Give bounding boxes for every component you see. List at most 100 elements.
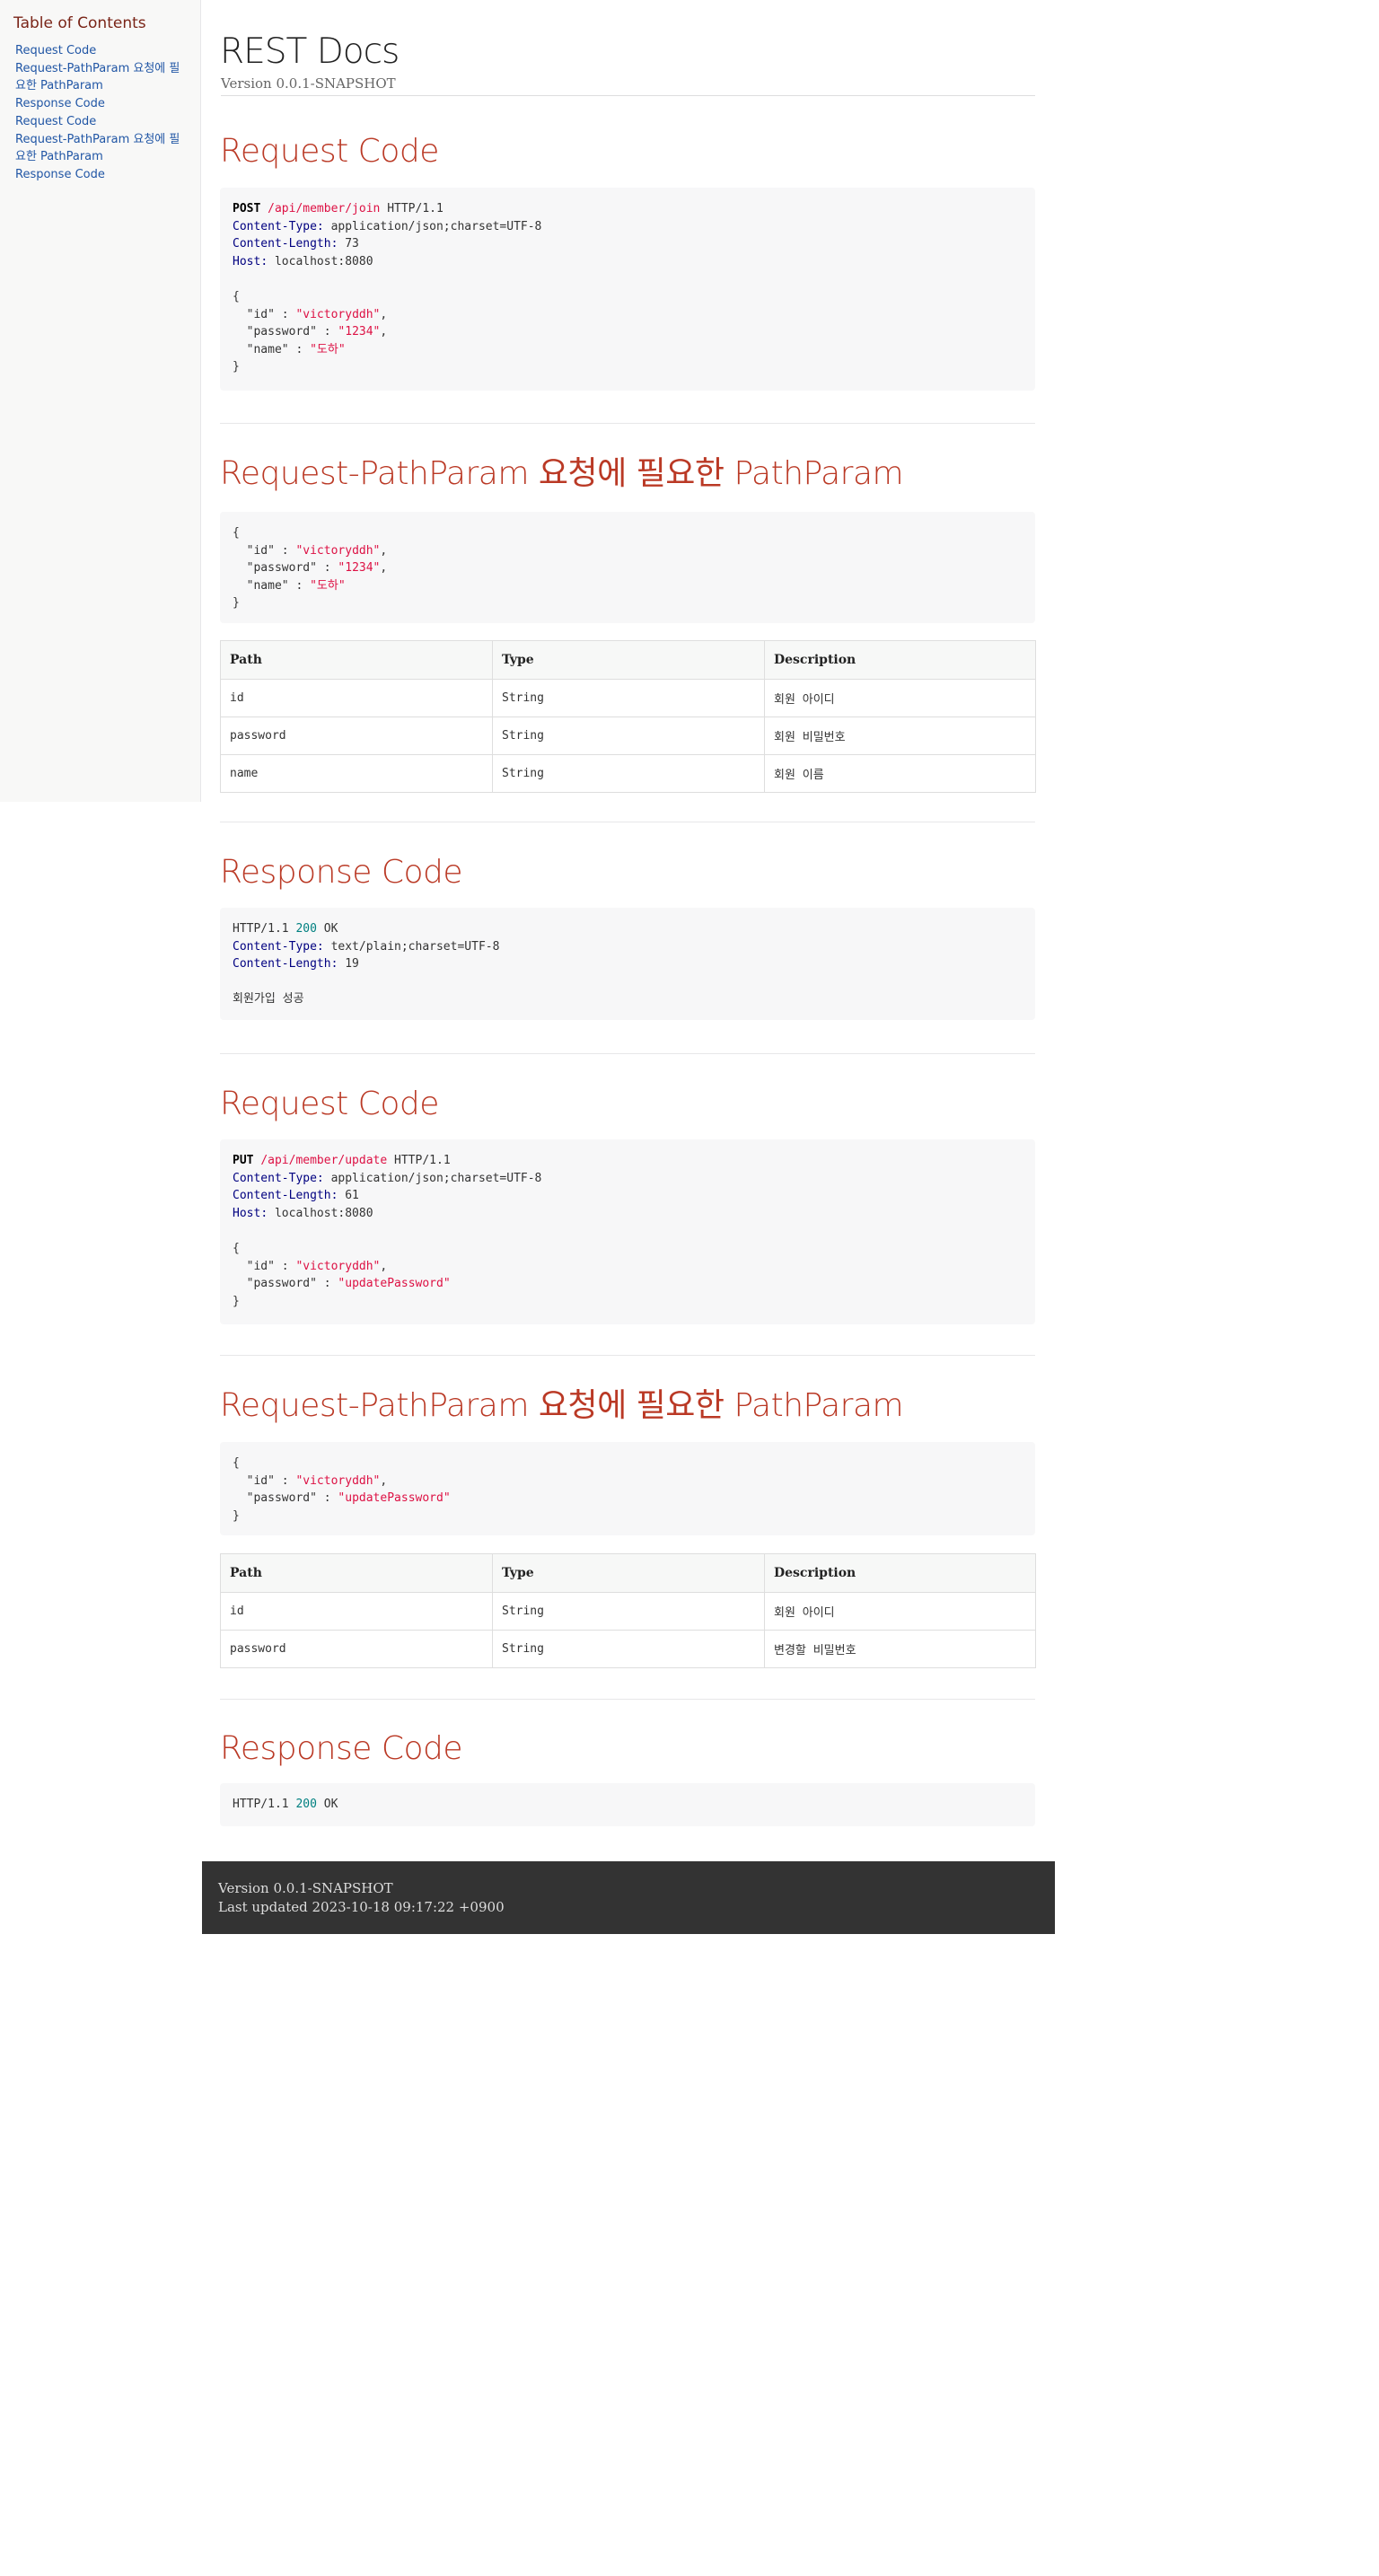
header-key: Content-Length (233, 1189, 331, 1203)
http-request-code-block: POST /api/member/join HTTP/1.1 Content-T… (220, 188, 1035, 391)
header-key: Content-Length (233, 237, 331, 251)
json-value: "victoryddh" (295, 1259, 381, 1273)
column-header-description: Description (764, 1553, 1036, 1593)
params-table: Path Type Description id String 회원 아이디 p… (220, 1553, 1036, 1668)
section-response-code-1: Response Code HTTP/1.1 200 OK Content-Ty… (220, 853, 1035, 1020)
json-value: "updatePassword" (338, 1491, 451, 1506)
toc-link-response-code-2[interactable]: Response Code (15, 168, 105, 181)
header-key: Content-Type (233, 939, 317, 954)
cell-type: String (492, 1592, 765, 1631)
toc-item: Request Code (15, 41, 189, 58)
header-key: Content-Type (233, 1171, 317, 1185)
header-key: Content-Type (233, 219, 317, 233)
http-protocol: HTTP/1.1 (233, 922, 289, 936)
cell-description: 변경할 비밀번호 (764, 1630, 1036, 1668)
section-divider (220, 423, 1035, 424)
table-row: name String 회원 이름 (220, 754, 1036, 793)
status-code: 200 (295, 1798, 317, 1811)
table-of-contents: Table of Contents Request Code Request-P… (0, 0, 201, 802)
header-value: text/plain;charset=UTF-8 (330, 939, 500, 954)
section-pathparam-1: Request-PathParam 요청에 필요한 PathParam { "i… (220, 454, 1036, 793)
cell-path: password (220, 1630, 493, 1668)
toc-item: Request Code (15, 112, 189, 129)
toc-link-pathparam-1[interactable]: Request-PathParam 요청에 필요한 PathParam (15, 62, 180, 92)
cell-type: String (492, 679, 765, 717)
header-key: Host (233, 1206, 261, 1220)
cell-type: String (492, 754, 765, 793)
table-row: id String 회원 아이디 (220, 679, 1036, 717)
json-key: "name" (246, 342, 289, 356)
json-key: "id" (246, 543, 275, 558)
toc-link-request-code-2[interactable]: Request Code (15, 115, 96, 128)
toc-list: Request Code Request-PathParam 요청에 필요한 P… (13, 41, 189, 182)
table-row: id String 회원 아이디 (220, 1592, 1036, 1631)
toc-link-response-code-1[interactable]: Response Code (15, 97, 105, 110)
section-divider (220, 1699, 1035, 1700)
toc-link-pathparam-2[interactable]: Request-PathParam 요청에 필요한 PathParam (15, 133, 180, 163)
section-title: Response Code (220, 854, 463, 891)
http-request-code-block: PUT /api/member/update HTTP/1.1 Content-… (220, 1139, 1035, 1324)
page-footer: Version 0.0.1-SNAPSHOT Last updated 2023… (202, 1861, 1055, 1934)
section-title: Request-PathParam 요청에 필요한 PathParam (220, 455, 904, 492)
main-content: REST Docs Version 0.0.1-SNAPSHOT Request… (220, 0, 1036, 1826)
section-divider (220, 1355, 1035, 1356)
toc-item: Request-PathParam 요청에 필요한 PathParam (15, 130, 189, 164)
params-table: Path Type Description id String 회원 아이디 p… (220, 640, 1036, 793)
json-key: "id" (246, 1473, 275, 1488)
json-value: "도하" (310, 342, 346, 356)
status-code: 200 (295, 922, 317, 936)
http-method: PUT (233, 1154, 254, 1167)
toc-title: Table of Contents (13, 14, 146, 32)
section-request-code-1: Request Code POST /api/member/join HTTP/… (220, 132, 1035, 391)
response-body: 회원가입 성공 (233, 992, 304, 1007)
json-value: "updatePassword" (338, 1277, 451, 1291)
header-value: 19 (345, 957, 359, 971)
status-text: OK (323, 1798, 338, 1811)
http-method: POST (233, 202, 261, 215)
cell-type: String (492, 717, 765, 755)
cell-description: 회원 비밀번호 (764, 717, 1036, 755)
cell-description: 회원 아이디 (764, 1592, 1036, 1631)
header-value: localhost:8080 (274, 254, 373, 268)
cell-path: id (220, 1592, 493, 1631)
json-body-code-block: { "id" : "victoryddh", "password" : "123… (220, 512, 1035, 623)
section-request-code-2: Request Code PUT /api/member/update HTTP… (220, 1085, 1035, 1324)
toc-link-request-code-1[interactable]: Request Code (15, 44, 96, 57)
section-title: Request Code (220, 1086, 439, 1122)
cell-path: id (220, 679, 493, 717)
header-value: localhost:8080 (274, 1206, 373, 1220)
header-key: Host (233, 254, 261, 268)
cell-path: name (220, 754, 493, 793)
toc-item: Request-PathParam 요청에 필요한 PathParam (15, 59, 189, 93)
json-value: "1234" (338, 325, 381, 339)
json-key: "password" (246, 561, 317, 576)
json-body-code-block: { "id" : "victoryddh", "password" : "upd… (220, 1442, 1035, 1535)
table-header-row: Path Type Description (220, 1553, 1036, 1593)
http-response-code-block: HTTP/1.1 200 OK (220, 1783, 1035, 1826)
table-row: password String 회원 비밀번호 (220, 717, 1036, 755)
http-protocol: HTTP/1.1 (394, 1154, 451, 1167)
footer-version: Version 0.0.1-SNAPSHOT (218, 1880, 393, 1896)
header-value: 61 (345, 1189, 359, 1203)
status-text: OK (323, 922, 338, 936)
column-header-path: Path (220, 1553, 493, 1593)
json-value: "도하" (310, 578, 346, 593)
header-value: application/json;charset=UTF-8 (330, 219, 542, 233)
section-response-code-2: Response Code HTTP/1.1 200 OK (220, 1729, 1035, 1826)
doc-version: Version 0.0.1-SNAPSHOT (221, 75, 1035, 96)
json-key: "password" (246, 1277, 317, 1291)
json-key: "id" (246, 307, 275, 321)
section-title: Request Code (220, 133, 439, 170)
table-row: password String 변경할 비밀번호 (220, 1630, 1036, 1668)
json-value: "victoryddh" (295, 307, 381, 321)
cell-description: 회원 아이디 (764, 679, 1036, 717)
header-value: 73 (345, 237, 359, 251)
table-header-row: Path Type Description (220, 640, 1036, 680)
column-header-description: Description (764, 640, 1036, 680)
cell-type: String (492, 1630, 765, 1668)
request-path: /api/member/update (260, 1154, 388, 1167)
request-path: /api/member/join (268, 202, 381, 215)
json-key: "password" (246, 325, 317, 339)
section-title: Request-PathParam 요청에 필요한 PathParam (220, 1387, 904, 1424)
toc-item: Response Code (15, 94, 189, 111)
